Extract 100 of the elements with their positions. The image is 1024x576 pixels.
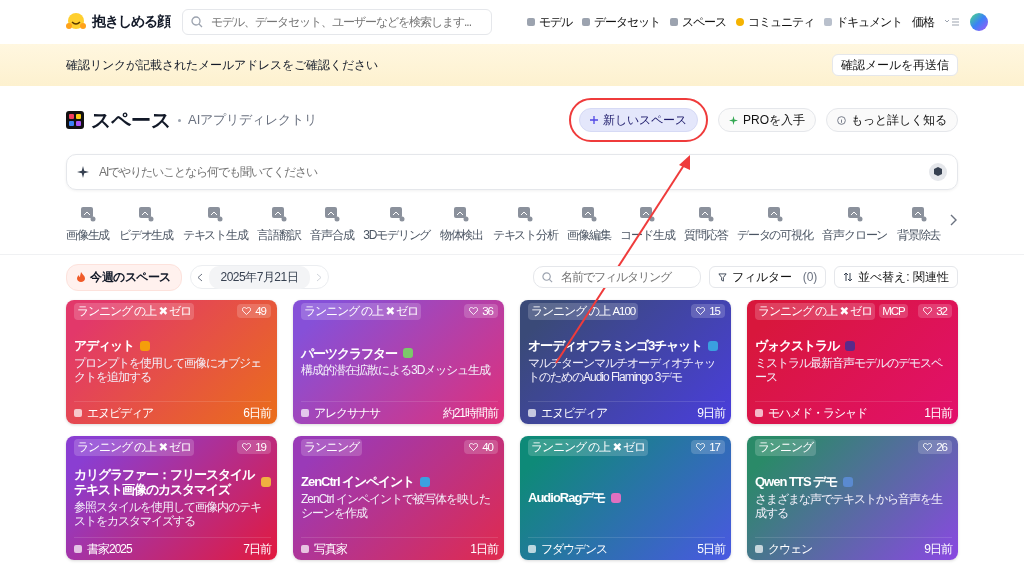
category-icon[interactable] — [388, 206, 405, 222]
heart-icon — [923, 443, 933, 451]
category-icon[interactable] — [137, 206, 154, 222]
space-card[interactable]: ランニング の上 ✖ ゼロ MCP 32 ヴォクストラル ミストラル最新音声モデルのデモスペース モハメド・ラシャド 1日前 — [747, 300, 958, 424]
nav-link[interactable]: 価格 — [912, 13, 934, 31]
heart-icon — [696, 307, 706, 315]
category-label[interactable]: 画像編集 — [567, 227, 611, 244]
like-count[interactable]: 26 — [918, 440, 952, 454]
category-label[interactable]: 言語翻訳 — [257, 227, 301, 244]
category-label[interactable]: ビデオ生成 — [118, 227, 173, 244]
heart-icon — [242, 307, 252, 315]
space-card[interactable]: ランニング 40 ZenCtrl インペイント ZenCtrl インペイントで被写体を映したシーンを作成 写真家 1日前 — [293, 436, 504, 560]
category-label[interactable]: テキスト分析 — [492, 227, 558, 244]
category-icon[interactable] — [270, 206, 287, 222]
author-name[interactable]: クウェン — [768, 540, 812, 558]
category-icon[interactable] — [697, 206, 714, 222]
category-label[interactable]: 3Dモデリング — [363, 227, 431, 244]
author-avatar — [301, 409, 309, 417]
category-label[interactable]: 音声合成 — [310, 227, 354, 244]
category-icon[interactable] — [766, 206, 783, 222]
category-label[interactable]: テキスト生成 — [182, 227, 248, 244]
like-count[interactable]: 40 — [464, 440, 498, 454]
brand-name[interactable]: 抱きしめる顔 — [92, 13, 170, 31]
sparkle-icon — [729, 115, 738, 125]
nav-link[interactable]: モデル — [539, 13, 572, 31]
action-button[interactable]: もっと詳しく知る — [826, 108, 958, 132]
nav-link[interactable]: データセット — [594, 13, 660, 31]
status-tag: MCP — [879, 304, 908, 318]
nav-link[interactable]: コミュニティ — [748, 13, 814, 31]
author-name[interactable]: アレクサナサ — [314, 404, 380, 422]
category-label[interactable]: 背景除去 — [897, 227, 941, 244]
filter-field[interactable]: 名前でフィルタリング — [532, 266, 701, 288]
menu-icon[interactable] — [944, 17, 960, 27]
heart-icon — [696, 443, 706, 451]
category-icon[interactable] — [910, 206, 927, 222]
status-tag: ランニング の上 ✖ ゼロ — [755, 302, 876, 320]
filter-button[interactable]: フィルター (0) — [708, 266, 827, 288]
like-count[interactable]: 36 — [464, 304, 498, 318]
like-count[interactable]: 17 — [691, 440, 725, 454]
card-title: ZenCtrl インペイント — [301, 474, 415, 490]
card-description: さまざまな声でテキストから音声を生成する — [755, 491, 944, 521]
space-card[interactable]: ランニング の上 ✖ ゼロ 19 カリグラファー：フリースタイルテキスト画像のカスタマイズ 参照スタイルを使用して画像内のテキストをカスタマイズする 書家2025 7日前 — [66, 436, 277, 560]
search-field[interactable]: モデル、データセット、ユーザーなどを検索します... — [182, 9, 492, 35]
heart-icon — [469, 443, 479, 451]
category-label[interactable]: 画像生成 — [66, 227, 110, 244]
category-icon[interactable] — [207, 206, 224, 222]
author-name[interactable]: エヌビディア — [541, 404, 607, 422]
author-avatar — [301, 545, 309, 553]
space-card[interactable]: ランニング 26 Qwen TTS デモ さまざまな声でテキストから音声を生成する クウェン 9日前 — [747, 436, 958, 560]
time-ago: 1日前 — [924, 404, 952, 422]
text-input[interactable]: AIでやりたいことなら何でも聞いてください — [97, 164, 921, 180]
date-label[interactable]: 2025年7月21日 — [208, 265, 311, 289]
card-title: AudioRagデモ — [528, 489, 606, 506]
nav-icon — [582, 18, 590, 26]
card-description: ZenCtrl インペイントで被写体を映したシーンを作成 — [301, 491, 491, 521]
space-card[interactable]: ランニング の上 ✖ ゼロ 36 パーツクラフター 構成的潜在拡散による3Dメッシュ生成 アレクサナサ 約21時間前 — [293, 300, 504, 424]
category-icon[interactable] — [323, 206, 340, 222]
heart-icon — [923, 307, 933, 315]
card-title: パーツクラフター — [301, 345, 397, 362]
category-label[interactable]: 音声クローン — [822, 227, 888, 244]
author-name[interactable]: 書家2025 — [87, 540, 132, 558]
chevron-left-icon[interactable] — [196, 272, 203, 282]
space-card[interactable]: ランニング の上 ✖ ゼロ 49 アディット プロンプトを使用して画像にオブジェクトを追加する エヌビディア 6日前 — [66, 300, 277, 424]
dice-icon[interactable] — [929, 163, 947, 181]
space-card[interactable]: ランニング の上 ✖ ゼロ 17 AudioRagデモ フダウデンス 5日前 — [520, 436, 731, 560]
card-description: プロンプトを使用して画像にオブジェクトを追加する — [74, 355, 262, 385]
sort-icon — [843, 272, 854, 282]
category-icon[interactable] — [581, 206, 597, 222]
author-name[interactable]: フダウデンス — [541, 540, 607, 558]
status-tag: ランニング の上 ✖ ゼロ — [301, 302, 422, 320]
status-tag: ランニング の上 ✖ ゼロ — [74, 438, 195, 456]
category-icon[interactable] — [79, 206, 96, 222]
status-tag: ランニング — [755, 438, 816, 456]
info-icon — [837, 115, 846, 125]
like-count[interactable]: 32 — [918, 304, 952, 318]
logo-icon — [66, 13, 86, 31]
category-icon[interactable] — [453, 206, 470, 222]
nav-link[interactable]: ドキュメント — [836, 13, 902, 31]
like-count[interactable]: 15 — [691, 304, 725, 318]
user-avatar[interactable] — [970, 13, 988, 31]
ai-search-field[interactable]: AIでやりたいことなら何でも聞いてください — [66, 154, 958, 190]
category-icon[interactable] — [639, 206, 656, 222]
author-name[interactable]: 写真家 — [314, 540, 347, 558]
chevron-right-icon[interactable] — [949, 214, 958, 226]
author-name[interactable]: エヌビディア — [87, 404, 153, 422]
author-name[interactable]: モハメド・ラシャド — [768, 404, 867, 422]
category-label[interactable]: データの可視化 — [737, 227, 813, 244]
sort-button[interactable]: 並べ替え: 関連性 — [834, 266, 958, 288]
category-icon[interactable] — [517, 206, 534, 222]
resend-button[interactable]: 確認メールを再送信 — [832, 54, 958, 76]
category-icon[interactable] — [846, 206, 863, 222]
search-icon — [191, 16, 203, 28]
category-label[interactable]: 質問応答 — [684, 227, 728, 244]
filter-count: (0) — [802, 270, 818, 284]
action-button[interactable]: PROを入手 — [718, 108, 816, 132]
category-label[interactable]: 物体検出 — [439, 227, 484, 244]
nav-link[interactable]: スペース — [682, 13, 726, 31]
like-count[interactable]: 19 — [237, 440, 271, 454]
author-avatar — [528, 545, 536, 553]
trending-badge[interactable]: 今週のスペース — [66, 263, 182, 291]
